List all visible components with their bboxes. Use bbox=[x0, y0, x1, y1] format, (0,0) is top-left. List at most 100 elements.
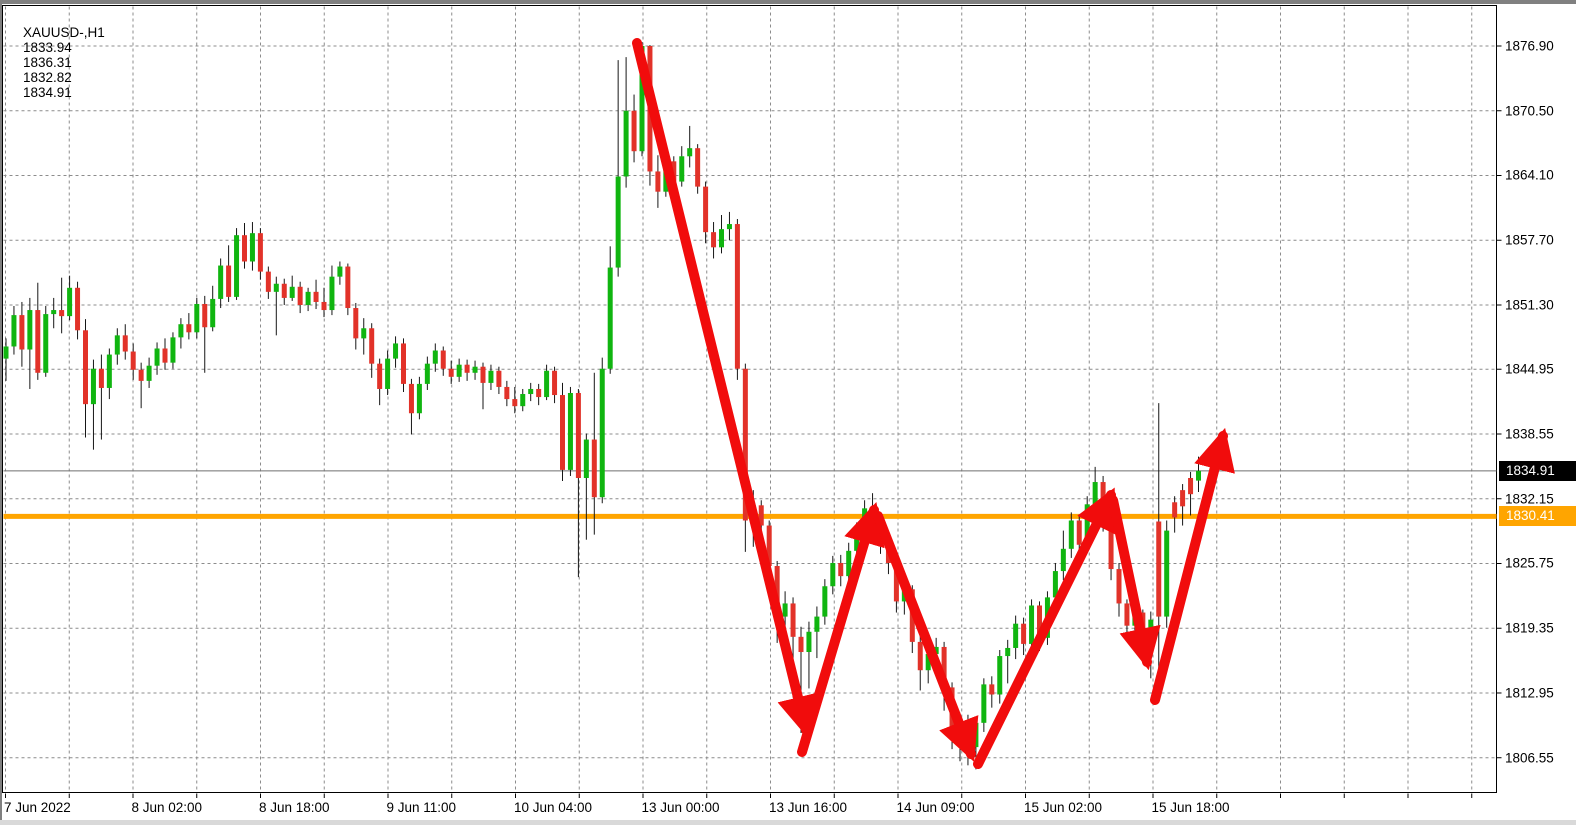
time-axis-label: 7 Jun 2022 bbox=[4, 800, 71, 815]
ohlc-high: 1836.31 bbox=[23, 55, 72, 70]
bull-candle-body bbox=[600, 369, 605, 497]
bull-candle-body bbox=[997, 656, 1002, 694]
bear-candle-body bbox=[592, 440, 597, 498]
bull-candle-body bbox=[43, 314, 48, 373]
bear-candle-body bbox=[139, 370, 144, 381]
bear-candle-body bbox=[226, 266, 231, 297]
candle bbox=[43, 306, 48, 377]
bear-candle-body bbox=[918, 642, 923, 670]
bull-candle-body bbox=[830, 563, 835, 586]
bear-candle-body bbox=[75, 288, 80, 330]
candle bbox=[1164, 520, 1169, 627]
bear-candle-body bbox=[19, 315, 24, 349]
bull-candle-body bbox=[1093, 482, 1098, 504]
bear-candle-body bbox=[131, 352, 136, 370]
bull-candle-body bbox=[218, 266, 223, 299]
bull-candle-body bbox=[417, 384, 422, 413]
price-axis-label: 1870.50 bbox=[1505, 103, 1554, 118]
bear-candle-body bbox=[552, 371, 557, 395]
bull-candle-body bbox=[568, 393, 573, 470]
candlestick-chart-plot[interactable] bbox=[0, 0, 1576, 825]
bear-candle-body bbox=[1109, 523, 1114, 570]
bull-candle-body bbox=[981, 684, 986, 722]
bull-candle-body bbox=[1013, 624, 1018, 648]
candle bbox=[194, 298, 199, 338]
plot-border bbox=[3, 6, 1497, 793]
bull-candle-body bbox=[473, 367, 478, 373]
bear-candle-body bbox=[1180, 490, 1185, 506]
bull-candle-body bbox=[51, 310, 56, 314]
bear-candle-body bbox=[791, 603, 796, 636]
bear-candle-body bbox=[989, 684, 994, 694]
bull-candle-body bbox=[361, 328, 366, 338]
price-axis-label: 1857.70 bbox=[1505, 233, 1554, 248]
bull-candle-body bbox=[147, 366, 152, 381]
bull-candle-body bbox=[194, 304, 199, 332]
bull-candle-body bbox=[107, 355, 112, 388]
bear-candle-body bbox=[345, 267, 350, 308]
time-axis-label: 15 Jun 02:00 bbox=[1024, 800, 1102, 815]
bull-candle-body bbox=[306, 292, 311, 305]
bull-candle-body bbox=[433, 351, 438, 364]
bull-candle-body bbox=[425, 364, 430, 384]
bear-candle-body bbox=[202, 304, 207, 327]
candle bbox=[600, 358, 605, 504]
time-axis-label: 9 Jun 11:00 bbox=[387, 800, 457, 815]
bear-candle-body bbox=[711, 232, 716, 247]
bull-candle-body bbox=[115, 335, 120, 354]
bull-candle-body bbox=[1005, 648, 1010, 656]
bear-candle-body bbox=[496, 371, 501, 387]
bear-candle-body bbox=[449, 369, 454, 377]
bull-candle-body bbox=[1164, 531, 1169, 617]
bear-candle-body bbox=[258, 233, 263, 271]
bull-candle-body bbox=[27, 310, 32, 349]
bull-candle-body bbox=[544, 371, 549, 397]
bear-candle-body bbox=[59, 310, 64, 316]
bull-candle-body bbox=[1148, 620, 1153, 632]
price-axis-label: 1864.10 bbox=[1505, 168, 1554, 183]
candle bbox=[695, 144, 700, 194]
bull-candle-body bbox=[274, 284, 279, 292]
bull-candle-body bbox=[385, 359, 390, 389]
candle bbox=[568, 387, 573, 476]
candle bbox=[345, 264, 350, 316]
bull-candle-body bbox=[584, 440, 589, 478]
horizontal-line-badge: 1830.41 bbox=[1499, 506, 1576, 526]
bear-candle-body bbox=[266, 272, 271, 292]
bear-candle-body bbox=[1124, 603, 1129, 625]
bull-candle-body bbox=[1029, 605, 1034, 643]
bull-candle-body bbox=[488, 371, 493, 383]
chart-header: XAUUSD-,H1 1833.94 1836.31 1832.82 1834.… bbox=[8, 10, 114, 115]
bear-candle-body bbox=[401, 343, 406, 383]
bear-candle-body bbox=[242, 235, 247, 261]
bear-candle-body bbox=[703, 187, 708, 233]
bull-candle-body bbox=[814, 617, 819, 632]
bear-candle-body bbox=[1172, 502, 1177, 517]
bear-candle-body bbox=[465, 365, 470, 373]
bull-candle-body bbox=[973, 723, 978, 747]
bear-candle-body bbox=[441, 351, 446, 369]
price-axis-label: 1819.35 bbox=[1505, 621, 1554, 636]
bull-candle-body bbox=[1196, 471, 1201, 481]
bear-candle-body bbox=[1021, 624, 1026, 644]
time-axis-label: 15 Jun 18:00 bbox=[1152, 800, 1230, 815]
bull-candle-body bbox=[11, 315, 16, 346]
bear-candle-body bbox=[695, 148, 700, 186]
bull-candle-body bbox=[687, 148, 692, 156]
bear-candle-body bbox=[83, 330, 88, 404]
price-axis-label: 1806.55 bbox=[1505, 750, 1554, 765]
ohlc-open: 1833.94 bbox=[23, 40, 72, 55]
bear-candle-body bbox=[1117, 569, 1122, 603]
price-axis-label: 1876.90 bbox=[1505, 39, 1554, 54]
bear-candle-body bbox=[409, 384, 414, 413]
bear-candle-body bbox=[1188, 478, 1193, 494]
bear-candle-body bbox=[186, 324, 191, 332]
bear-candle-body bbox=[632, 111, 637, 151]
bull-candle-body bbox=[210, 299, 215, 327]
bear-candle-body bbox=[282, 284, 287, 298]
bull-candle-body bbox=[806, 632, 811, 652]
bear-candle-body bbox=[1156, 521, 1161, 616]
bull-candle-body bbox=[822, 586, 827, 616]
candle bbox=[735, 219, 740, 380]
mt4-chart-window: XAUUSD-,H1 1833.94 1836.31 1832.82 1834.… bbox=[0, 0, 1576, 825]
